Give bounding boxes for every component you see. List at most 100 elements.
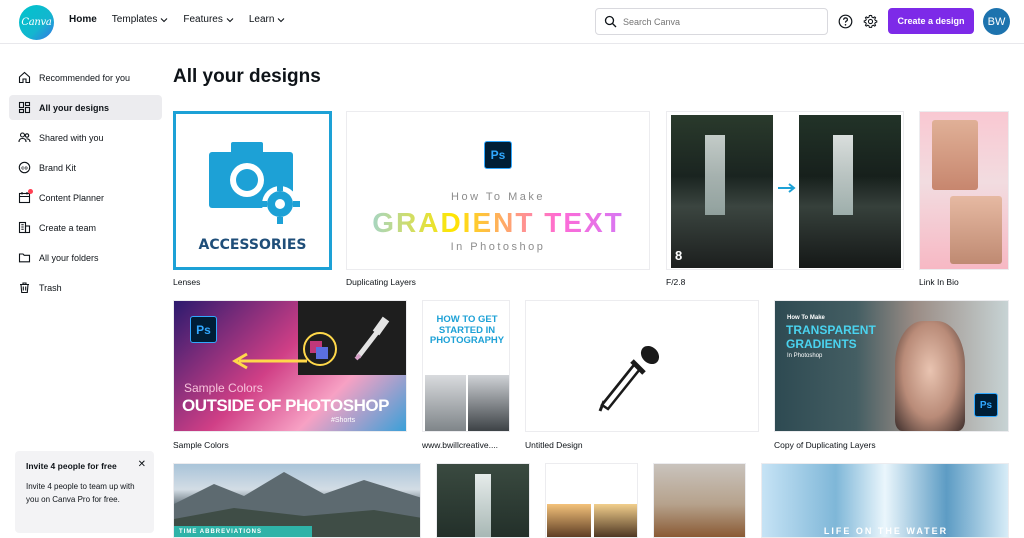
thumb-text-line3: #Shorts (331, 417, 356, 424)
sidebar-item-shared[interactable]: Shared with you (9, 125, 162, 150)
search-icon (604, 15, 617, 28)
main-nav: Home Templates Features Learn (69, 14, 300, 25)
waterfall-stream (475, 474, 491, 537)
design-thumbnail[interactable]: 8 (666, 111, 904, 270)
design-card[interactable]: How To Make TRANSPARENT GRADIENTS In Pho… (774, 300, 1009, 453)
sidebar-item-label: Create a team (39, 222, 97, 233)
chevron-down-icon (226, 17, 234, 22)
sidebar-item-folders[interactable]: All your folders (9, 245, 162, 270)
calendar-icon (18, 189, 33, 204)
settings-button[interactable] (862, 13, 878, 29)
sidebar-item-all-designs[interactable]: All your designs (9, 95, 162, 120)
nav-templates[interactable]: Templates (112, 14, 169, 25)
design-thumbnail[interactable] (919, 111, 1009, 270)
search-input[interactable] (623, 16, 823, 27)
design-card[interactable]: HOW TO GET STARTED IN PHOTOGRAPHY www.bw… (422, 300, 510, 453)
design-card[interactable]: Ps How To Make GRADIENT TEXT In Photosho… (346, 111, 650, 289)
help-button[interactable] (837, 13, 853, 29)
thumb-text-line1: Sample Colors (184, 381, 263, 395)
thumb-text-line1: How To Make (787, 315, 825, 321)
close-icon[interactable]: ✕ (138, 459, 146, 470)
nav-templates-label: Templates (111, 14, 158, 25)
nav-features-label: Features (183, 14, 223, 25)
photoshop-badge: Ps (190, 316, 217, 343)
design-thumbnail[interactable] (436, 463, 530, 538)
portrait-photo (932, 120, 978, 190)
home-icon (18, 71, 31, 84)
sidebar-item-content-planner[interactable]: Content Planner (9, 185, 162, 210)
design-card[interactable]: ACCESSORIES Lenses (173, 111, 332, 289)
sidebar-item-label: Recommended for you (39, 72, 131, 83)
design-card[interactable] (436, 463, 530, 538)
nav-learn[interactable]: Learn (249, 14, 286, 25)
design-card[interactable]: Ps Sample Colors OUTSIDE OF PHOTOSHOP #S… (173, 300, 407, 453)
design-title[interactable]: F/2.8 (666, 277, 685, 287)
design-card[interactable]: Untitled Design (525, 300, 759, 453)
design-title[interactable]: Duplicating Layers (346, 277, 416, 287)
nav-home[interactable]: Home (69, 14, 97, 25)
sidebar-item-trash[interactable]: Trash (9, 275, 162, 300)
design-card[interactable]: TIME ABBREVIATIONS (173, 463, 421, 538)
search-box[interactable] (595, 8, 828, 35)
thumb-text-line1: How To Make (451, 191, 545, 203)
design-card[interactable] (653, 463, 746, 538)
photo (468, 375, 509, 431)
design-thumbnail[interactable]: HOW TO GET STARTED IN PHOTOGRAPHY (422, 300, 510, 432)
portrait-photo (895, 321, 965, 431)
chevron-down-icon (160, 17, 168, 22)
photo (425, 375, 466, 431)
thumb-text-line2: GRADIENT TEXT (347, 207, 649, 239)
nav-learn-label: Learn (248, 14, 275, 25)
thumb-text: 8 (675, 248, 683, 263)
people-icon (18, 131, 31, 144)
top-bar: Canva Home Templates Features Learn Sear… (0, 0, 1024, 44)
design-title[interactable]: Untitled Design (525, 440, 583, 450)
thumb-text: LIFE ON THE WATER (823, 526, 949, 536)
help-icon (838, 14, 852, 28)
design-thumbnail[interactable] (545, 463, 638, 538)
design-title[interactable]: www.bwillcreative.... (422, 440, 498, 450)
sidebar-item-label: Content Planner (39, 192, 105, 203)
svg-text:co: co (21, 166, 28, 172)
grid-icon (18, 101, 31, 114)
thumb-text-line2: OUTSIDE OF PHOTOSHOP (182, 396, 389, 415)
design-title[interactable]: Link In Bio (919, 277, 959, 287)
thumb-text-line3: In Photoshop (450, 241, 546, 253)
thumb-text: HOW TO GET STARTED IN PHOTOGRAPHY (429, 314, 505, 346)
design-card[interactable]: 8 F/2.8 (666, 111, 904, 289)
arrow-left-icon (232, 352, 307, 370)
invite-title: Invite 4 people for free (26, 461, 117, 471)
sidebar-item-recommended[interactable]: Recommended for you (9, 65, 162, 90)
waterfall-stream (833, 135, 853, 215)
avatar[interactable]: BW (983, 8, 1010, 35)
nav-home-label: Home (69, 14, 97, 25)
nav-features[interactable]: Features (183, 14, 234, 25)
photoshop-badge: Ps (974, 393, 998, 417)
invite-card: Invite 4 people for free ✕ Invite 4 peop… (15, 451, 154, 533)
canva-logo[interactable]: Canva (19, 5, 54, 40)
create-design-button[interactable]: Create a design (888, 8, 974, 34)
sidebar-item-create-team[interactable]: Create a team (9, 215, 162, 240)
sidebar-item-label: Shared with you (39, 132, 104, 143)
trash-icon (18, 281, 31, 294)
sidebar-item-brand-kit[interactable]: co Brand Kit (9, 155, 162, 180)
photoshop-badge: Ps (484, 141, 512, 169)
design-title[interactable]: Lenses (173, 277, 200, 287)
design-thumbnail[interactable]: How To Make TRANSPARENT GRADIENTS In Pho… (774, 300, 1009, 432)
design-thumbnail[interactable]: Ps How To Make GRADIENT TEXT In Photosho… (346, 111, 650, 270)
design-thumbnail[interactable]: TIME ABBREVIATIONS (173, 463, 421, 538)
design-card[interactable]: Link In Bio (919, 111, 1009, 289)
design-thumbnail[interactable]: Ps Sample Colors OUTSIDE OF PHOTOSHOP #S… (173, 300, 407, 432)
chevron-down-icon (278, 17, 285, 22)
design-thumbnail[interactable] (525, 300, 759, 432)
design-card[interactable] (545, 463, 638, 538)
design-title[interactable]: Copy of Duplicating Layers (774, 440, 876, 450)
design-card[interactable]: LIFE ON THE WATER (761, 463, 1009, 538)
design-thumbnail[interactable] (653, 463, 746, 538)
gear-icon (863, 14, 877, 28)
design-thumbnail[interactable]: ACCESSORIES (173, 111, 332, 270)
design-thumbnail[interactable]: LIFE ON THE WATER (761, 463, 1009, 538)
design-title[interactable]: Sample Colors (173, 440, 229, 450)
thumb-text: ACCESSORIES (198, 237, 307, 253)
thumb-text-line3: In Photoshop (787, 353, 823, 359)
